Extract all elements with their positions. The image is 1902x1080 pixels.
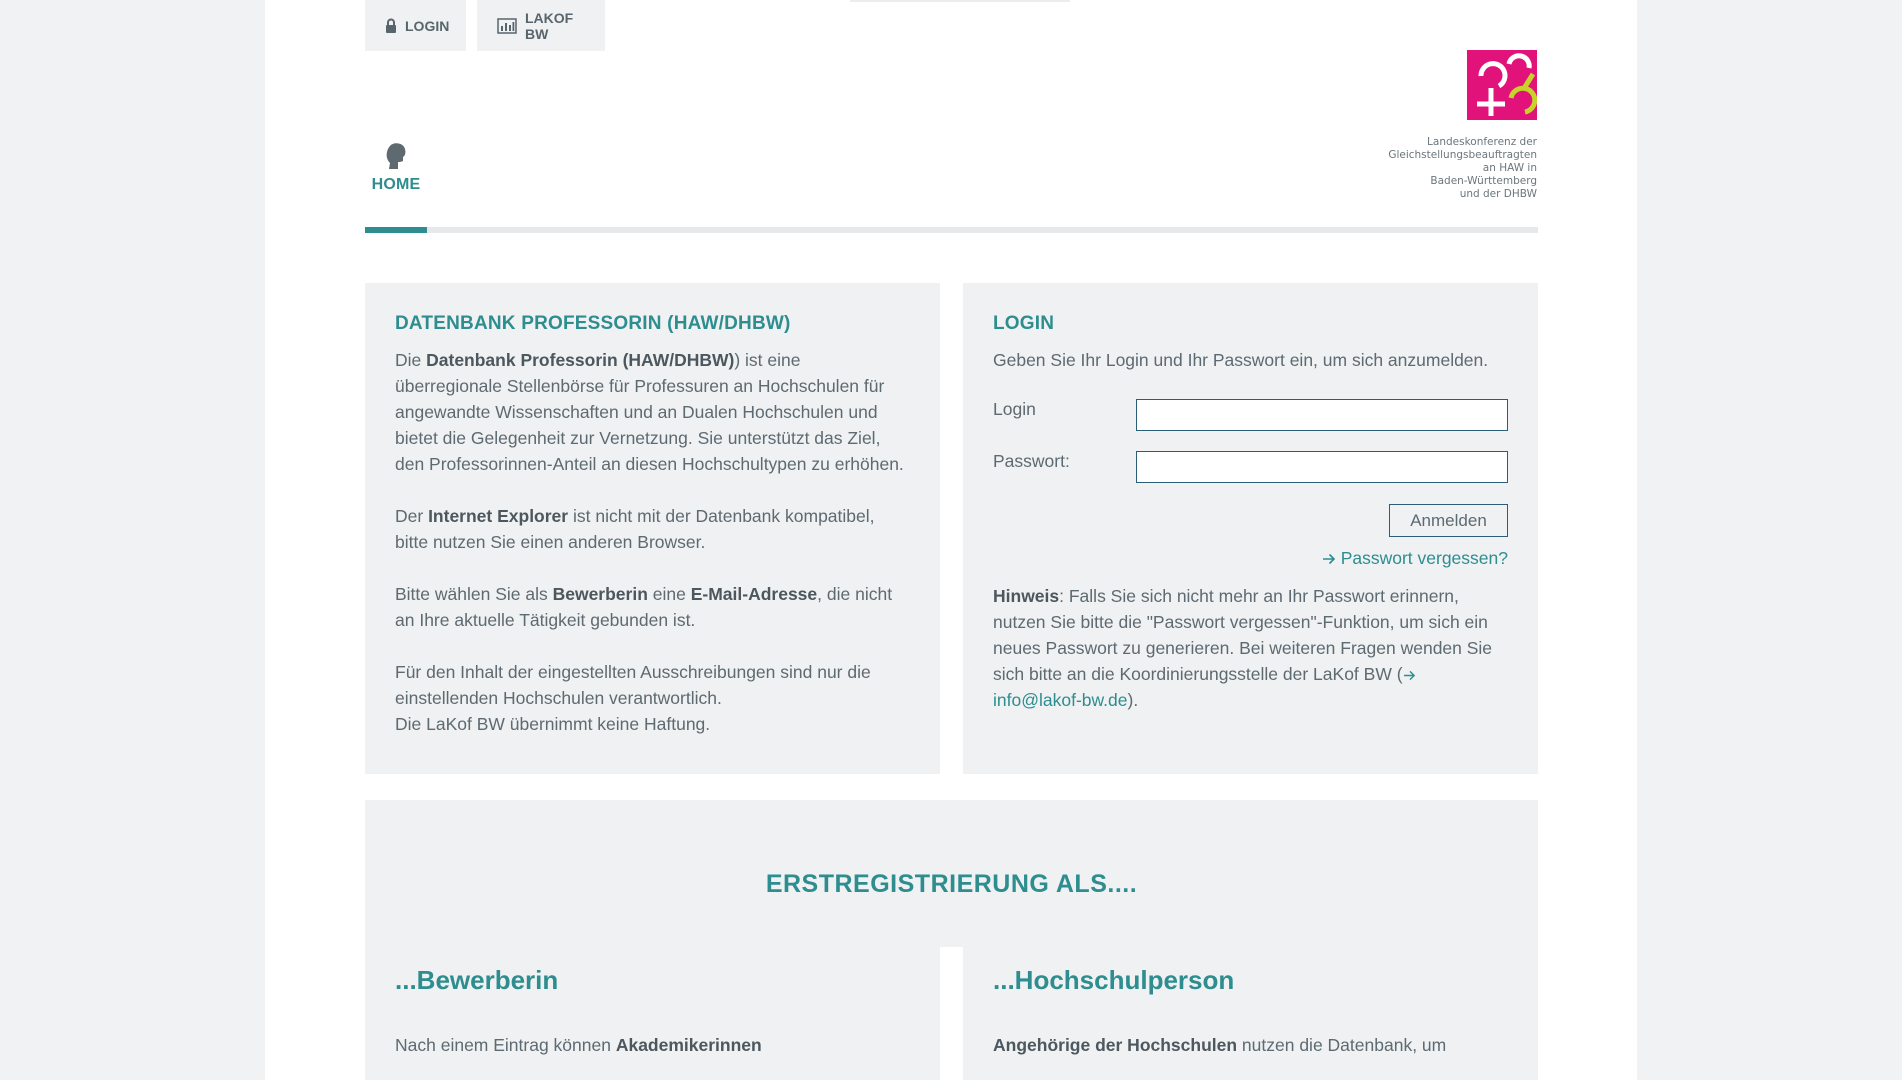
info-p1-bold: Datenbank Professorin (HAW/DHBW) [426,350,735,370]
info-paragraph-4: Für den Inhalt der eingestellten Ausschr… [395,659,910,737]
nav-home-label: HOME [371,176,421,193]
nav-home[interactable]: HOME [365,142,427,194]
login-hint: Hinweis: Falls Sie sich nicht mehr an Ih… [993,583,1508,713]
applicant-heading[interactable]: ...Bewerberin [395,965,910,996]
info-p4-line-2: Die LaKof BW übernimmt keine Haftung. [395,714,711,734]
lakof-logo[interactable]: Landeskonferenz der Gleichstellungsbeauf… [1367,50,1538,201]
info-p3-bold-1: Bewerberin [552,584,648,604]
registration-applicant: ...Bewerberin Nach einem Eintrag können … [395,965,910,1058]
lock-icon [385,18,397,34]
registration-panel: ERSTREGISTRIERUNG ALS.... ...Bewerberin … [365,800,1538,1080]
hint-end: ). [1127,690,1139,710]
logo-caption: Landeskonferenz der Gleichstellungsbeauf… [1388,136,1537,200]
password-row: Passwort: [993,451,1508,483]
info-paragraph-3: Bitte wählen Sie als Bewerberin eine E-M… [395,581,910,633]
info-paragraph-1: Die Datenbank Professorin (HAW/DHBW)) is… [395,347,910,477]
arrow-right-icon [1403,670,1415,681]
applicant-text-pre: Nach einem Eintrag können [395,1035,616,1055]
topnav-lakof-tab[interactable]: LAKOF BW [477,0,605,51]
login-intro: Geben Sie Ihr Login und Ihr Passwort ein… [993,350,1489,370]
university-person-text: Angehörige der Hochschulen nutzen die Da… [993,1032,1508,1058]
university-person-heading[interactable]: ...Hochschulperson [993,965,1508,996]
info-p3-mid: eine [647,584,691,604]
info-paragraph-2: Der Internet Explorer ist nicht mit der … [395,503,910,555]
info-p3-pre: Bitte wählen Sie als [395,584,553,604]
login-label: Login [993,399,1036,419]
anmelden-button[interactable]: Anmelden [1389,504,1508,537]
login-input[interactable] [1136,399,1508,431]
nav-active-indicator [365,227,427,233]
topnav-lakof-label: LAKOF BW [525,9,574,42]
database-info-title: DATENBANK PROFESSORIN (HAW/DHBW) [395,313,791,334]
info-p3-bold-2: E-Mail-Adresse [690,584,818,604]
registration-university-person: ...Hochschulperson Angehörige der Hochsc… [993,965,1508,1058]
info-p2-pre: Der [395,506,429,526]
login-card: LOGIN Geben Sie Ihr Login und Ihr Passwo… [963,283,1538,774]
nav-underline [365,227,1538,233]
info-p1-pre: Die [395,350,427,370]
database-info-card: DATENBANK PROFESSORIN (HAW/DHBW) Die Dat… [365,283,940,774]
header-shadow [850,0,1070,2]
topnav-login-label: LOGIN [405,17,450,34]
forgot-password-link[interactable]: Passwort vergessen? [1322,548,1508,569]
university-person-text-bold: Angehörige der Hochschulen [993,1035,1238,1055]
password-input[interactable] [1136,451,1508,483]
topnav-login-tab[interactable]: LOGIN [365,0,466,51]
logo-mark [1467,50,1538,120]
info-p2-bold: Internet Explorer [428,506,569,526]
applicant-text: Nach einem Eintrag können Akademikerinne… [395,1032,910,1058]
hint-bold: Hinweis [993,586,1060,606]
login-title: LOGIN [993,313,1055,334]
password-label: Passwort: [993,451,1070,471]
page: LOGIN LAKOF BW Landeskonferenz der Gleic… [265,0,1637,1080]
email-link-label: info@lakof-bw.de [993,690,1128,710]
profile-head-icon [365,142,427,170]
arrow-right-icon [1322,548,1341,568]
login-row: Login [993,399,1508,431]
bar-chart-icon [497,17,517,34]
registration-divider [940,947,963,1080]
applicant-text-bold: Akademikerinnen [615,1035,762,1055]
info-p4-line-1: Für den Inhalt der eingestellten Ausschr… [395,662,871,708]
forgot-password-label: Passwort vergessen? [1340,548,1508,568]
hint-text: : Falls Sie sich nicht mehr an Ihr Passw… [993,586,1493,684]
registration-title: ERSTREGISTRIERUNG ALS.... [765,870,1138,898]
university-person-text-post: nutzen die Datenbank, um [1237,1035,1447,1055]
